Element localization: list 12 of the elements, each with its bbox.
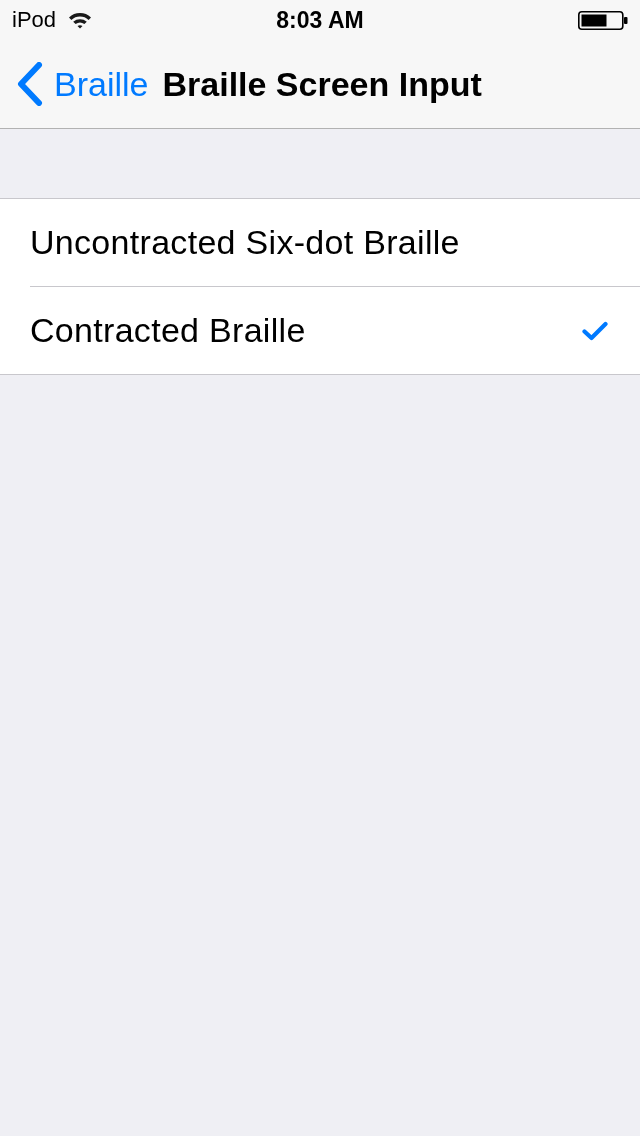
battery-icon — [578, 10, 628, 30]
option-row[interactable]: Contracted Braille — [30, 287, 640, 374]
option-label: Contracted Braille — [30, 311, 306, 350]
option-label: Uncontracted Six-dot Braille — [30, 223, 460, 262]
carrier-name: iPod — [12, 7, 57, 33]
checkmark-icon — [582, 320, 608, 341]
status-time: 8:03 AM — [276, 6, 364, 34]
back-button[interactable]: Braille — [16, 62, 149, 106]
back-chevron-icon — [16, 62, 44, 106]
option-row[interactable]: Uncontracted Six-dot Braille — [30, 199, 640, 287]
page-title: Braille Screen Input — [162, 64, 482, 104]
wifi-icon — [68, 11, 93, 29]
